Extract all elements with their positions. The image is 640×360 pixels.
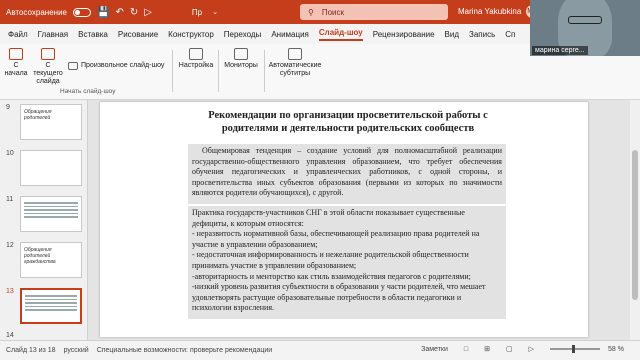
scrollbar-thumb[interactable] xyxy=(632,150,638,300)
thumbnail-content xyxy=(21,197,81,223)
tab-draw[interactable]: Рисование xyxy=(118,30,158,39)
from-current-button[interactable]: С текущего слайда xyxy=(30,48,66,86)
search-box[interactable]: ⚲ Поиск xyxy=(300,4,448,20)
participant-name: марина серге... xyxy=(532,46,588,55)
slide-thumbnail[interactable]: Обращения родителей гражданства xyxy=(20,242,82,278)
slide-thumbnail[interactable] xyxy=(20,150,82,186)
monitors-button[interactable]: Мониторы xyxy=(222,48,260,70)
redo-icon[interactable]: ↻ xyxy=(130,7,138,18)
slide-thumbnail[interactable] xyxy=(20,196,82,232)
tab-help[interactable]: Сп xyxy=(505,30,515,39)
slide-paragraph[interactable]: Общемировая тенденция – создание условий… xyxy=(192,146,502,199)
tab-view[interactable]: Вид xyxy=(445,30,459,39)
zoom-slider[interactable] xyxy=(550,345,601,353)
subtitles-button[interactable]: Автоматические субтитры xyxy=(268,48,322,78)
subtitles-icon xyxy=(288,48,302,60)
thumbnail-text: Обращения родителей xyxy=(24,109,52,121)
divider xyxy=(218,50,219,92)
custom-show-icon xyxy=(68,62,78,70)
from-start-label: С начала xyxy=(4,62,28,77)
from-current-label: С текущего слайда xyxy=(33,62,63,85)
autosave-toggle[interactable] xyxy=(72,7,91,17)
custom-show-button[interactable]: Произвольное слайд-шоу xyxy=(68,62,168,70)
list-item: -низкий уровень развития субъектности в … xyxy=(192,282,486,313)
slide-number: 11 xyxy=(6,196,14,203)
monitor-icon xyxy=(234,48,248,60)
slide-list[interactable]: Практика государств-участников СНГ в это… xyxy=(192,208,502,314)
divider xyxy=(172,50,173,92)
sorter-view-icon[interactable]: ⊞ xyxy=(484,345,490,353)
play-icon xyxy=(9,48,23,60)
slide-number: 14 xyxy=(6,332,14,339)
tab-review[interactable]: Рецензирование xyxy=(373,30,435,39)
settings-button[interactable]: Настройка xyxy=(178,48,214,70)
tab-transitions[interactable]: Переходы xyxy=(224,30,262,39)
slideshow-view-icon[interactable]: ▷ xyxy=(529,345,534,353)
list-item: -авторитарность и менторство как стиль в… xyxy=(192,271,471,281)
zoom-level[interactable]: 58 % xyxy=(608,346,624,353)
settings-icon xyxy=(189,48,203,60)
slide-number: 10 xyxy=(6,150,14,157)
slide-title[interactable]: Рекомендации по организации просветитель… xyxy=(196,110,500,135)
slide-thumbnails-panel[interactable]: 9 Обращения родителей 10 11 12 Обращения… xyxy=(0,100,88,340)
tab-record[interactable]: Запись xyxy=(469,30,495,39)
list-item: - неразвитость нормативной базы, обеспеч… xyxy=(192,229,480,249)
slide-number: 9 xyxy=(6,104,10,111)
tab-animations[interactable]: Анимация xyxy=(271,30,309,39)
tab-file[interactable]: Файл xyxy=(8,30,28,39)
autosave-label: Автосохранение xyxy=(6,7,67,17)
tab-insert[interactable]: Вставка xyxy=(78,30,108,39)
normal-view-icon[interactable]: □ xyxy=(464,346,468,353)
slide[interactable]: Рекомендации по организации просветитель… xyxy=(100,102,588,337)
monitors-label: Мониторы xyxy=(224,62,258,69)
search-icon: ⚲ xyxy=(308,7,314,17)
tab-slideshow[interactable]: Слайд-шоу xyxy=(318,28,363,41)
language-status[interactable]: русский xyxy=(64,347,89,354)
play-current-icon xyxy=(41,48,55,60)
user-name[interactable]: Marina Yakubkina xyxy=(458,7,521,16)
tab-home[interactable]: Главная xyxy=(38,30,68,39)
slide-intro: Практика государств-участников СНГ в это… xyxy=(192,208,465,228)
ribbon-tabs: Файл Главная Вставка Рисование Конструкт… xyxy=(0,24,530,44)
slide-number: 12 xyxy=(6,242,14,249)
slide-number: 13 xyxy=(6,288,14,295)
subtitles-label: Автоматические субтитры xyxy=(268,62,322,77)
undo-icon[interactable]: ↶ xyxy=(115,7,123,18)
search-placeholder: Поиск xyxy=(321,7,345,17)
save-icon[interactable]: 💾 xyxy=(97,7,109,18)
list-item: - недостаточная информированность и неже… xyxy=(192,250,469,270)
thumbnail-content xyxy=(22,290,80,316)
participant-glasses xyxy=(568,16,602,24)
slide-thumbnail[interactable]: Обращения родителей xyxy=(20,104,82,140)
notes-button[interactable]: Заметки xyxy=(421,346,448,353)
settings-label: Настройка xyxy=(178,62,214,69)
present-icon[interactable]: ▷ xyxy=(144,7,152,18)
divider xyxy=(264,50,265,92)
group-label: Начать слайд-шоу xyxy=(60,88,116,95)
accessibility-status[interactable]: Специальные возможности: проверьте реком… xyxy=(97,347,273,354)
video-tile[interactable]: марина серге... xyxy=(530,0,640,56)
custom-show-label: Произвольное слайд-шоу xyxy=(81,62,165,69)
document-title[interactable]: Пр xyxy=(192,8,202,17)
from-start-button[interactable]: С начала xyxy=(4,48,28,78)
status-bar: Слайд 13 из 18 русский Специальные возмо… xyxy=(0,340,640,360)
chevron-down-icon[interactable]: ⌄ xyxy=(212,8,218,16)
slide-thumbnail-selected[interactable] xyxy=(20,288,82,324)
slide-counter: Слайд 13 из 18 xyxy=(6,347,56,354)
thumbnail-text: Обращения родителей гражданства xyxy=(24,247,56,265)
tab-design[interactable]: Конструктор xyxy=(168,30,214,39)
reading-view-icon[interactable]: ▢ xyxy=(506,345,513,353)
